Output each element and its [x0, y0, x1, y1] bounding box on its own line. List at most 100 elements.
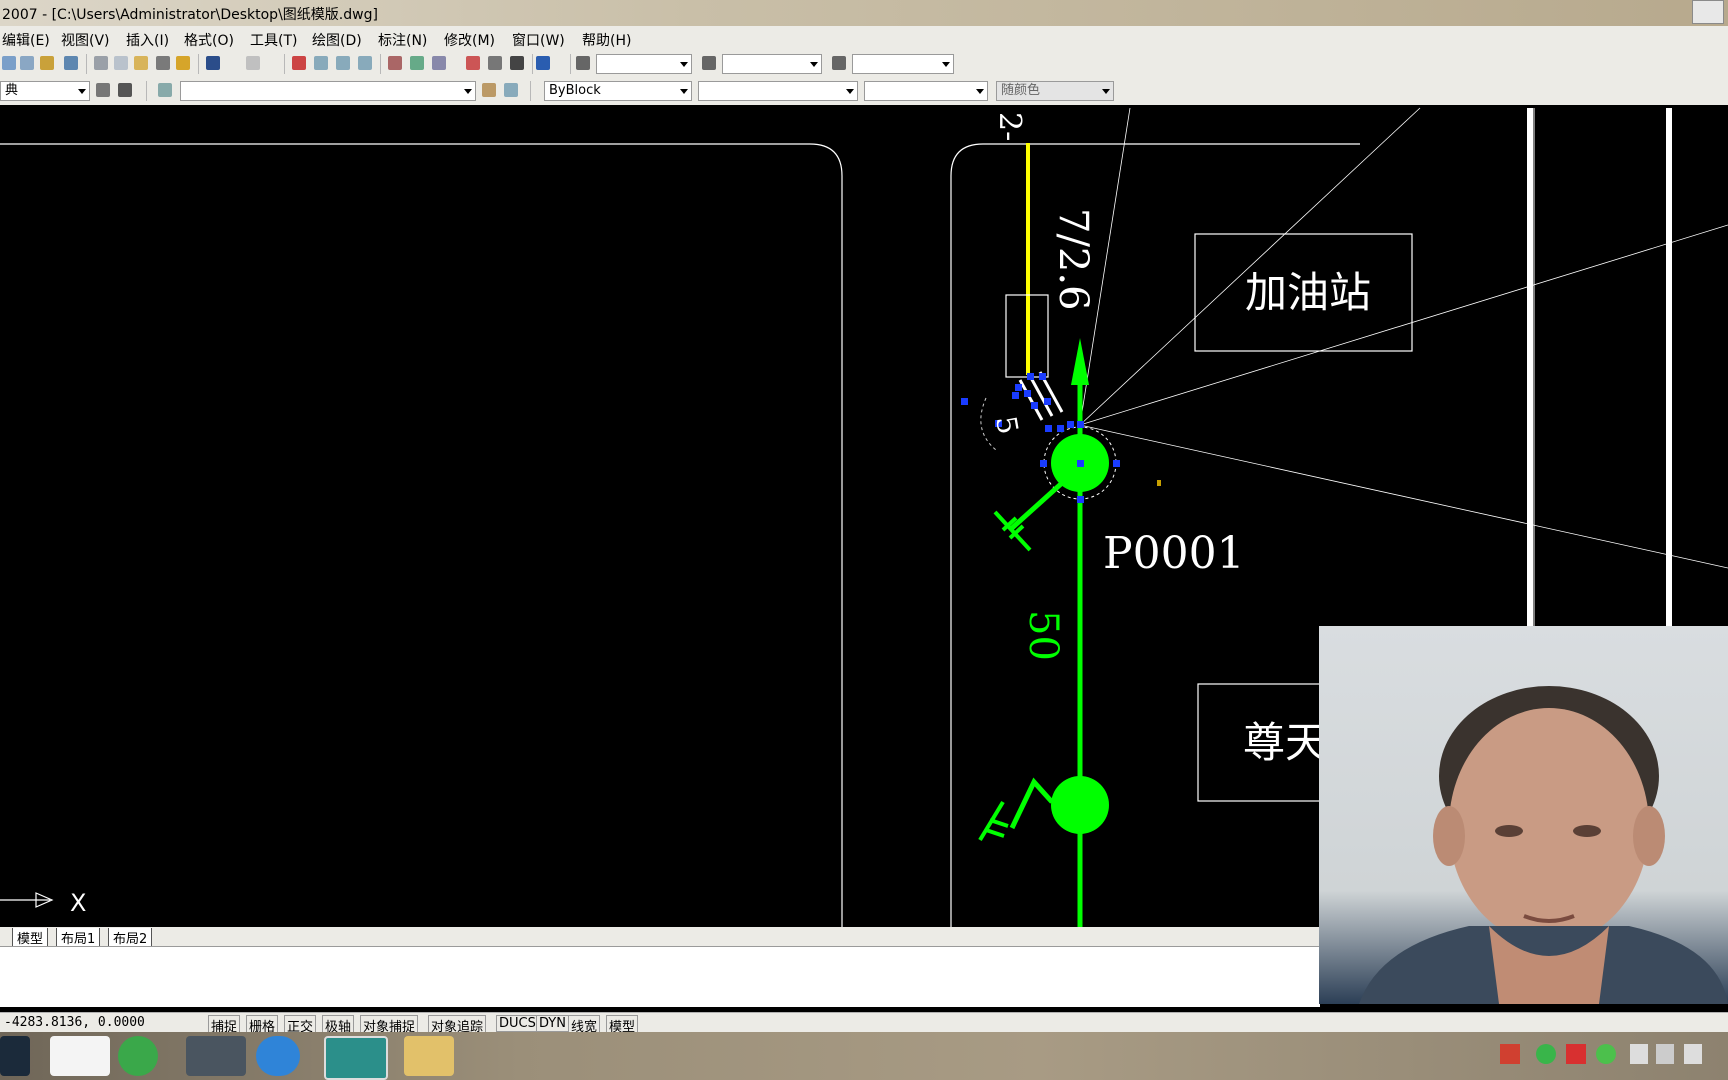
menu-view[interactable]: 视图(V) — [61, 30, 110, 50]
wechat-icon[interactable] — [186, 1036, 246, 1076]
zoom-window-icon[interactable] — [336, 56, 350, 70]
table-style-icon[interactable] — [832, 56, 846, 70]
workspace-label: 典 — [5, 83, 19, 98]
bylayer-label: ByBlock — [549, 83, 601, 98]
layer-previous-icon[interactable] — [504, 83, 518, 97]
text-style-combo[interactable] — [596, 54, 692, 74]
pan-icon[interactable] — [292, 56, 306, 70]
minimize-button[interactable] — [1692, 0, 1724, 24]
cable-spec-label: 7/2.6 — [1050, 208, 1096, 311]
paste-icon[interactable] — [134, 56, 148, 70]
leader-line — [1079, 224, 1728, 426]
road-outline-left — [0, 143, 843, 927]
workspace-settings-icon[interactable] — [96, 83, 110, 97]
dim-style-combo[interactable] — [722, 54, 822, 74]
menu-tools[interactable]: 工具(T) — [250, 30, 297, 50]
sheet-set-icon[interactable] — [466, 56, 480, 70]
redo-icon[interactable] — [246, 56, 260, 70]
video-icon[interactable] — [0, 1036, 30, 1076]
taskbar — [0, 1032, 1728, 1080]
wechat-tray-icon[interactable] — [1536, 1044, 1556, 1064]
layer-combo[interactable] — [180, 81, 476, 101]
match-properties-icon[interactable] — [156, 56, 170, 70]
baidu-netdisk-icon[interactable] — [50, 1036, 110, 1076]
ground-anchor-2 — [978, 800, 1009, 842]
zuntian-label: 尊天 — [1243, 718, 1327, 767]
network-icon[interactable] — [1656, 1044, 1674, 1064]
menu-draw[interactable]: 绘图(D) — [312, 30, 362, 50]
color-control-combo[interactable]: ByBlock — [544, 81, 692, 101]
menu-insert[interactable]: 插入(I) — [126, 30, 169, 50]
text-style-icon[interactable] — [576, 56, 590, 70]
lineweight-control-combo[interactable] — [864, 81, 988, 101]
status-bar: -4283.8136, 0.0000 捕捉 栅格 正交 极轴 对象捕捉 对象追踪… — [0, 1012, 1728, 1036]
standard-toolbar — [0, 50, 1728, 78]
menu-dimension[interactable]: 标注(N) — [378, 30, 427, 50]
table-style-combo[interactable] — [852, 54, 954, 74]
ducs-toggle[interactable]: DUCS — [496, 1015, 539, 1032]
webcam-overlay — [1319, 626, 1728, 1004]
layers-toolbar: 典 ByBlock 随颜色 — [0, 77, 1728, 106]
properties-icon[interactable] — [388, 56, 402, 70]
plot-style-label: 随颜色 — [1001, 83, 1041, 98]
workspace-save-icon[interactable] — [118, 83, 132, 97]
boundary-bar — [1527, 108, 1533, 628]
record-tray-icon[interactable] — [1566, 1044, 1586, 1064]
dyn-toggle[interactable]: DYN — [536, 1015, 569, 1032]
workspace-combo[interactable]: 典 — [0, 81, 90, 101]
zoom-realtime-icon[interactable] — [314, 56, 328, 70]
small-marker — [1157, 480, 1161, 486]
menu-window[interactable]: 窗口(W) — [512, 30, 565, 50]
pole-id-label: P0001 — [1103, 528, 1245, 579]
menu-format[interactable]: 格式(O) — [184, 30, 234, 50]
autocad-icon[interactable] — [324, 1036, 388, 1080]
bird-app-icon[interactable] — [256, 1036, 300, 1076]
webcam-person-image — [1359, 686, 1728, 1004]
cable-top-label: 2- — [992, 112, 1027, 141]
boundary-bar — [1666, 108, 1672, 628]
publish-icon[interactable] — [40, 56, 54, 70]
coordinate-readout: -4283.8136, 0.0000 — [4, 1015, 145, 1030]
tool-palettes-icon[interactable] — [432, 56, 446, 70]
battery-icon[interactable] — [1630, 1044, 1648, 1064]
layout-tabs: 模型 布局1 布局2 — [0, 927, 1320, 948]
dim-style-icon[interactable] — [702, 56, 716, 70]
menu-modify[interactable]: 修改(M) — [444, 30, 495, 50]
tab-layout2[interactable]: 布局2 — [108, 928, 153, 948]
pole-circle-2[interactable] — [1051, 776, 1109, 834]
cut-icon[interactable] — [94, 56, 108, 70]
preview-icon[interactable] — [20, 56, 34, 70]
undo-icon[interactable] — [206, 56, 220, 70]
sogou-tray-icon[interactable] — [1500, 1044, 1520, 1064]
stay-wire-2 — [1009, 777, 1054, 830]
layer-manager-icon[interactable] — [158, 83, 172, 97]
gas-station-label: 加油站 — [1245, 268, 1371, 317]
tab-layout1[interactable]: 布局1 — [56, 928, 101, 948]
plot-icon[interactable] — [2, 56, 16, 70]
3d-icon[interactable] — [64, 56, 78, 70]
file-explorer-icon[interactable] — [404, 1036, 454, 1076]
menu-edit[interactable]: 编辑(E) — [2, 30, 50, 50]
browser-icon[interactable] — [118, 1036, 158, 1076]
plot-style-combo: 随颜色 — [996, 81, 1114, 101]
window-title: 2007 - [C:\Users\Administrator\Desktop\图… — [2, 7, 378, 23]
span-length-label: 50 — [1020, 610, 1066, 661]
zoom-previous-icon[interactable] — [358, 56, 372, 70]
block-editor-icon[interactable] — [176, 56, 190, 70]
help-icon[interactable] — [536, 56, 550, 70]
design-center-icon[interactable] — [410, 56, 424, 70]
menu-bar: 编辑(E) 视图(V) 插入(I) 格式(O) 工具(T) 绘图(D) 标注(N… — [0, 26, 1728, 50]
tab-model[interactable]: 模型 — [12, 928, 49, 948]
circle-number-label: 5 — [989, 413, 1025, 436]
volume-icon[interactable] — [1684, 1044, 1702, 1064]
leader-line — [1079, 107, 1421, 426]
copy-icon[interactable] — [114, 56, 128, 70]
title-bar: 2007 - [C:\Users\Administrator\Desktop\图… — [0, 0, 1728, 26]
linetype-control-combo[interactable] — [698, 81, 858, 101]
make-current-layer-icon[interactable] — [482, 83, 496, 97]
security-tray-icon[interactable] — [1596, 1044, 1616, 1064]
calculator-icon[interactable] — [510, 56, 524, 70]
markup-icon[interactable] — [488, 56, 502, 70]
command-line[interactable] — [0, 946, 1320, 1007]
menu-help[interactable]: 帮助(H) — [582, 30, 631, 50]
